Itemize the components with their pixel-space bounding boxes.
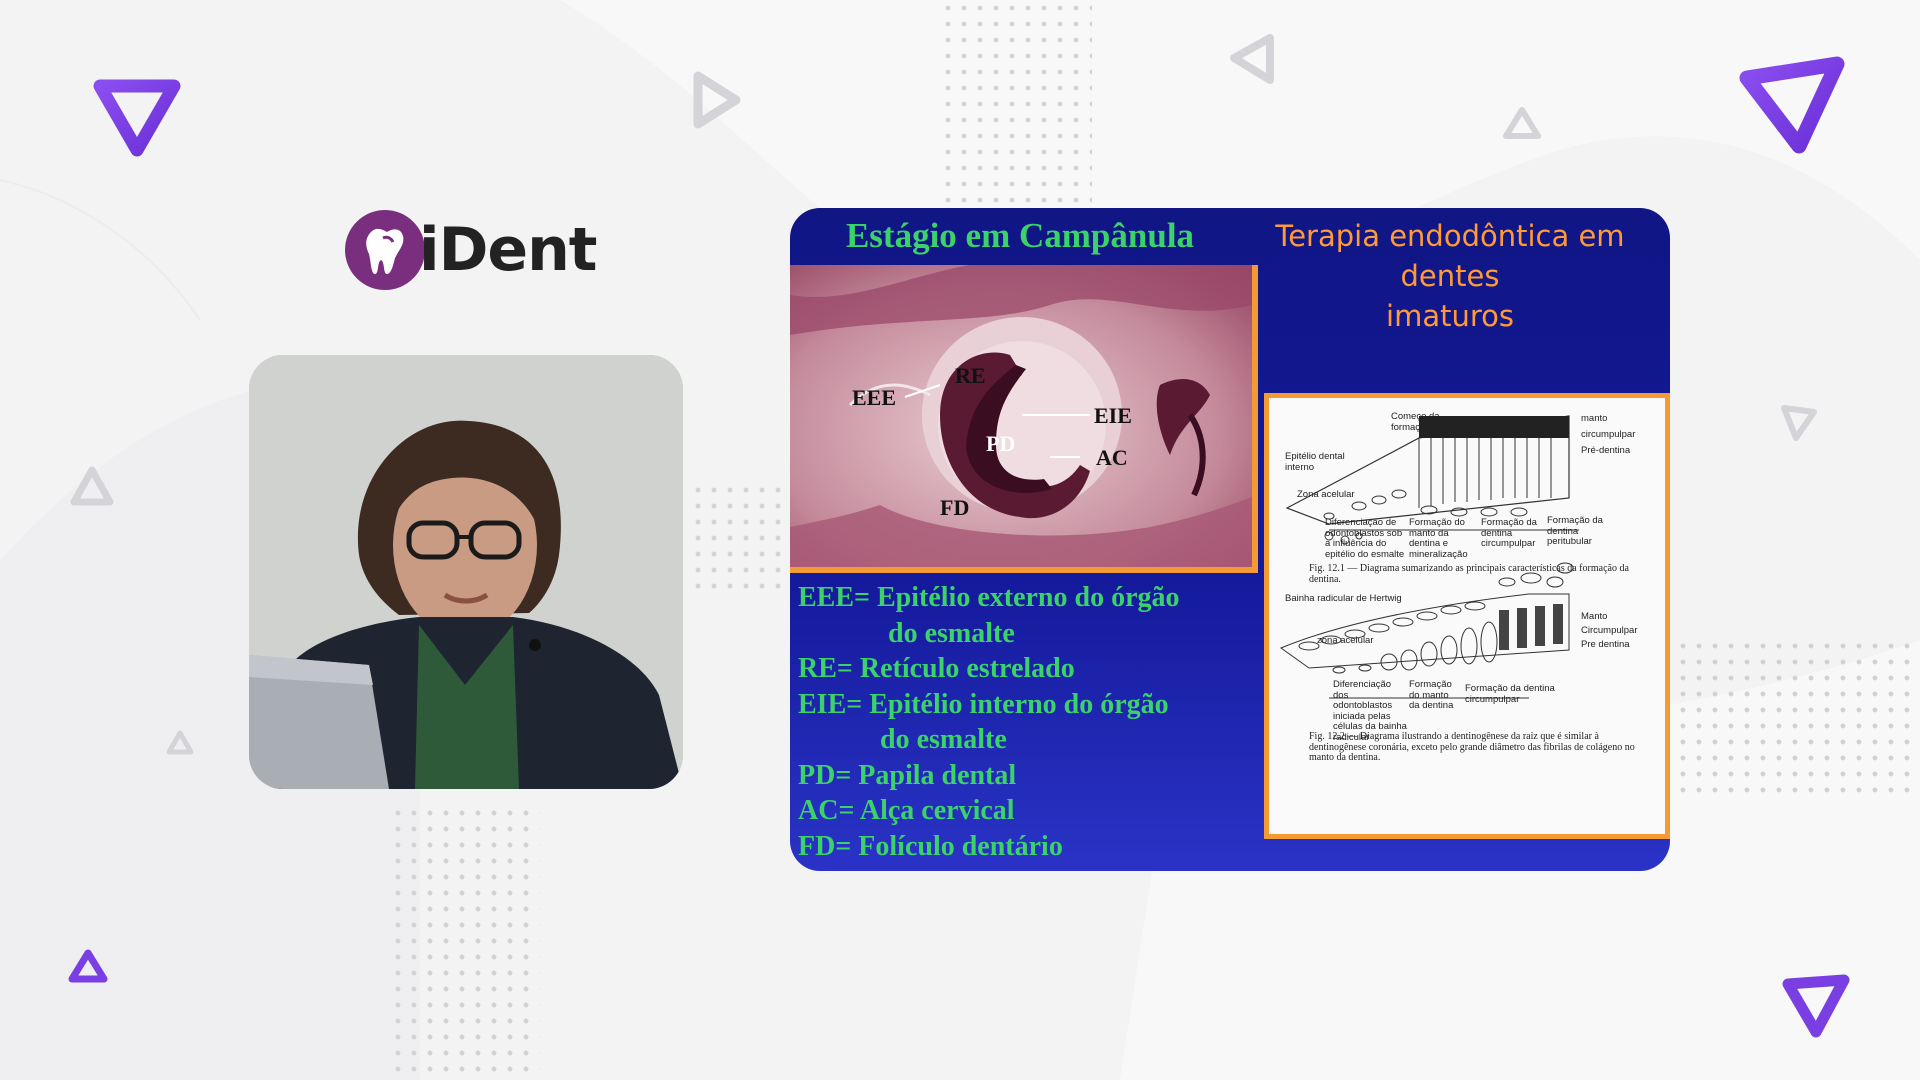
legend-line: do esmalte (880, 724, 1007, 755)
diagram-label: manto (1581, 413, 1608, 424)
presenter-video (249, 355, 683, 789)
lecture-slide: Estágio em Campânula Terapia endodôntica… (790, 208, 1670, 871)
diagram-label: circumpulpar (1581, 429, 1636, 440)
diagram-label: Manto (1581, 611, 1608, 622)
legend-line: AC= Alça cervical (798, 795, 1015, 826)
triangle-icon (693, 71, 741, 129)
triangle-icon (1503, 107, 1541, 139)
legend-line: PD= Papila dental (798, 759, 1017, 791)
diagram-caption: Fig. 12.2 — Diagrama ilustrando a dentin… (1309, 731, 1635, 763)
slide-title-right: Terapia endodôntica em dentes imaturos (1230, 216, 1670, 336)
diagram-label: Pre dentina (1581, 639, 1630, 650)
slide-title-right-line1: Terapia endodôntica em dentes (1275, 219, 1625, 293)
micro-label-re: RE (955, 363, 986, 388)
triangle-icon (1782, 974, 1850, 1038)
slide-title-left: Estágio em Campânula (845, 216, 1195, 255)
triangle-icon (68, 949, 108, 983)
diagram-label: Formação do manto da dentina e mineraliz… (1409, 517, 1468, 560)
legend-line: EIE= Epitélio interno do órgão (798, 688, 1169, 720)
brand-name: iDent (419, 215, 597, 285)
presenter-image (249, 355, 683, 789)
diagram-label: Diferenciação de odontoblastos sob a inf… (1325, 517, 1405, 560)
micro-label-eee: EEE (852, 385, 897, 410)
legend-line: RE= Retículo estrelado (798, 653, 1075, 684)
diagram-label: Circumpulpar (1581, 625, 1638, 636)
slide-legend: EEE= Epitélio externo do órgão do esmalt… (798, 580, 1258, 864)
dot-grid-middle (690, 482, 786, 598)
diagram-label: Pré-dentina (1581, 445, 1631, 456)
diagram-label: Zona acelular (1297, 489, 1355, 500)
legend-line: EEE= Epitélio externo do órgão (798, 582, 1180, 613)
tooth-logo-icon (345, 210, 425, 290)
diagram-label: Formação da dentina circumpulpar (1465, 683, 1555, 705)
dot-grid-bottom (390, 805, 540, 1075)
diagram-label: Formação do manto da dentina (1409, 679, 1454, 711)
triangle-icon (1739, 56, 1845, 154)
diagram-label: Começo da formação do esmalte (1391, 411, 1480, 433)
diagram-label: Formação da dentina circumpulpar (1481, 517, 1537, 549)
triangle-icon (70, 466, 114, 506)
brand-logo: iDent (343, 205, 603, 295)
triangle-icon (1230, 34, 1274, 84)
diagram-label: Bainha radicular de Hertwig (1285, 593, 1402, 604)
dentinogenesis-diagram: Começo da formação do esmalte manto circ… (1264, 393, 1670, 839)
diagram-label: Formação da dentina peritubular (1547, 515, 1603, 547)
triangle-icon (1781, 405, 1817, 441)
micro-label-pd: PD (986, 431, 1016, 456)
micrograph-drawing (790, 265, 1252, 567)
triangle-icon (166, 730, 194, 755)
triangle-icon (93, 79, 181, 157)
legend-line: do esmalte (888, 617, 1015, 649)
micrograph-image: EEE RE PD EIE AC FD (790, 265, 1258, 573)
diagram-caption: Fig. 12.1 — Diagrama sumarizando as prin… (1309, 563, 1629, 585)
diagram-label: Epitélio dental interno (1285, 451, 1345, 473)
micro-label-ac: AC (1096, 445, 1128, 470)
dot-grid-right (1675, 638, 1915, 798)
diagram-label: zona acelular (1317, 635, 1374, 646)
dot-grid-top (940, 0, 1092, 206)
slide-title-right-line2: imaturos (1386, 299, 1514, 333)
legend-line: FD= Folículo dentário (798, 830, 1063, 862)
micro-label-eie: EIE (1094, 403, 1132, 428)
micro-label-fd: FD (940, 495, 970, 520)
